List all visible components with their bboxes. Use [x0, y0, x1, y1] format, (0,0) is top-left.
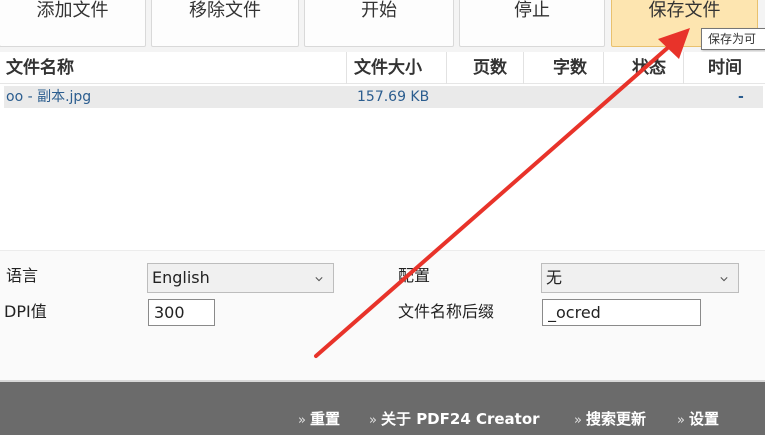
save-tooltip: 保存为可 — [701, 28, 765, 50]
settings-panel: 语言 English 配置 无 DPI值 文件名称后缀 — [0, 250, 765, 380]
remove-files-button[interactable]: 移除文件 — [151, 0, 299, 47]
config-select-value: 无 — [546, 268, 563, 287]
file-name-cell: oo - 副本.jpg — [6, 89, 92, 105]
column-header-words[interactable]: 字数 — [523, 52, 603, 84]
file-size-cell: 157.69 KB — [357, 89, 430, 105]
about-link[interactable]: » 关于 PDF24 Creator — [369, 408, 540, 429]
start-button[interactable]: 开始 — [304, 0, 454, 47]
footer-bar: » 重置 » 关于 PDF24 Creator » 搜索更新 » 设置 — [0, 382, 765, 435]
column-header-time[interactable]: 时间 — [683, 52, 765, 84]
reset-link[interactable]: » 重置 — [298, 408, 340, 429]
stop-button[interactable]: 停止 — [459, 0, 605, 47]
add-files-button[interactable]: 添加文件 — [0, 0, 146, 47]
check-updates-link[interactable]: » 搜索更新 — [574, 408, 646, 429]
chevron-down-icon — [315, 277, 323, 282]
settings-link[interactable]: » 设置 — [677, 408, 719, 429]
table-row[interactable]: oo - 副本.jpg 157.69 KB - — [4, 86, 763, 108]
language-select[interactable]: English — [147, 263, 334, 293]
config-select[interactable]: 无 — [541, 263, 739, 293]
suffix-input[interactable] — [542, 299, 701, 326]
suffix-label: 文件名称后缀 — [398, 302, 495, 321]
dpi-input[interactable] — [148, 299, 215, 326]
toolbar: 添加文件 移除文件 开始 停止 保存文件 — [0, 0, 765, 52]
file-time-cell: - — [738, 89, 744, 105]
file-table: 文件名称 文件大小 页数 字数 状态 时间 oo - 副本.jpg 157.69… — [0, 52, 765, 250]
column-header-size[interactable]: 文件大小 — [346, 52, 446, 84]
link-prefix-icon: » — [369, 413, 377, 428]
column-header-name[interactable]: 文件名称 — [6, 52, 346, 84]
config-label: 配置 — [398, 266, 431, 285]
link-prefix-icon: » — [574, 413, 582, 428]
column-header-status[interactable]: 状态 — [603, 52, 683, 84]
dpi-label: DPI值 — [4, 302, 47, 321]
chevron-down-icon — [720, 277, 728, 282]
table-header: 文件名称 文件大小 页数 字数 状态 时间 — [0, 52, 765, 84]
link-prefix-icon: » — [298, 413, 306, 428]
column-header-pages[interactable]: 页数 — [446, 52, 523, 84]
language-label: 语言 — [6, 266, 39, 285]
language-select-value: English — [152, 268, 210, 287]
link-prefix-icon: » — [677, 413, 685, 428]
